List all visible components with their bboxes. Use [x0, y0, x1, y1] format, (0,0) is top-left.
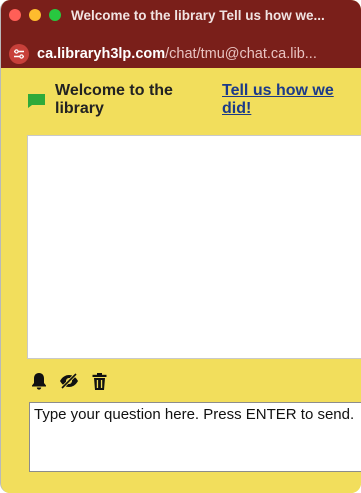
- notification-toggle[interactable]: [29, 371, 49, 391]
- bell-icon: [32, 373, 46, 390]
- chat-toolbar: [29, 370, 119, 392]
- window-bottom-edge: [1, 484, 361, 493]
- trash-icon: [92, 372, 106, 390]
- hide-toggle[interactable]: [59, 371, 79, 391]
- chat-window: Welcome to the library Tell us how we...…: [0, 0, 361, 493]
- welcome-heading: Welcome to the library: [55, 82, 173, 117]
- chat-header: Welcome to the library Tell us how we di…: [1, 72, 361, 132]
- clear-chat-button[interactable]: [89, 371, 109, 391]
- message-area[interactable]: [27, 135, 361, 359]
- url-host: ca.libraryh3lp.com: [37, 46, 166, 62]
- site-settings-icon[interactable]: [9, 44, 29, 64]
- window-title: Welcome to the library Tell us how we...: [71, 7, 325, 23]
- url-path: /chat/tmu@chat.ca.lib...: [165, 46, 317, 62]
- titlebar-spacer: [1, 30, 361, 40]
- eye-slash-icon: [60, 373, 78, 389]
- close-window-button[interactable]: [9, 9, 21, 21]
- message-input[interactable]: [29, 402, 361, 472]
- title-bar[interactable]: Welcome to the library Tell us how we...: [1, 0, 361, 30]
- zoom-window-button[interactable]: [49, 9, 61, 21]
- url-text[interactable]: ca.libraryh3lp.com/chat/tmu@chat.ca.lib.…: [37, 46, 361, 62]
- chat-bubble-icon: [28, 94, 45, 108]
- minimize-window-button[interactable]: [29, 9, 41, 21]
- address-bar[interactable]: ca.libraryh3lp.com/chat/tmu@chat.ca.lib.…: [1, 40, 361, 68]
- feedback-link[interactable]: Tell us how we did!: [222, 82, 357, 118]
